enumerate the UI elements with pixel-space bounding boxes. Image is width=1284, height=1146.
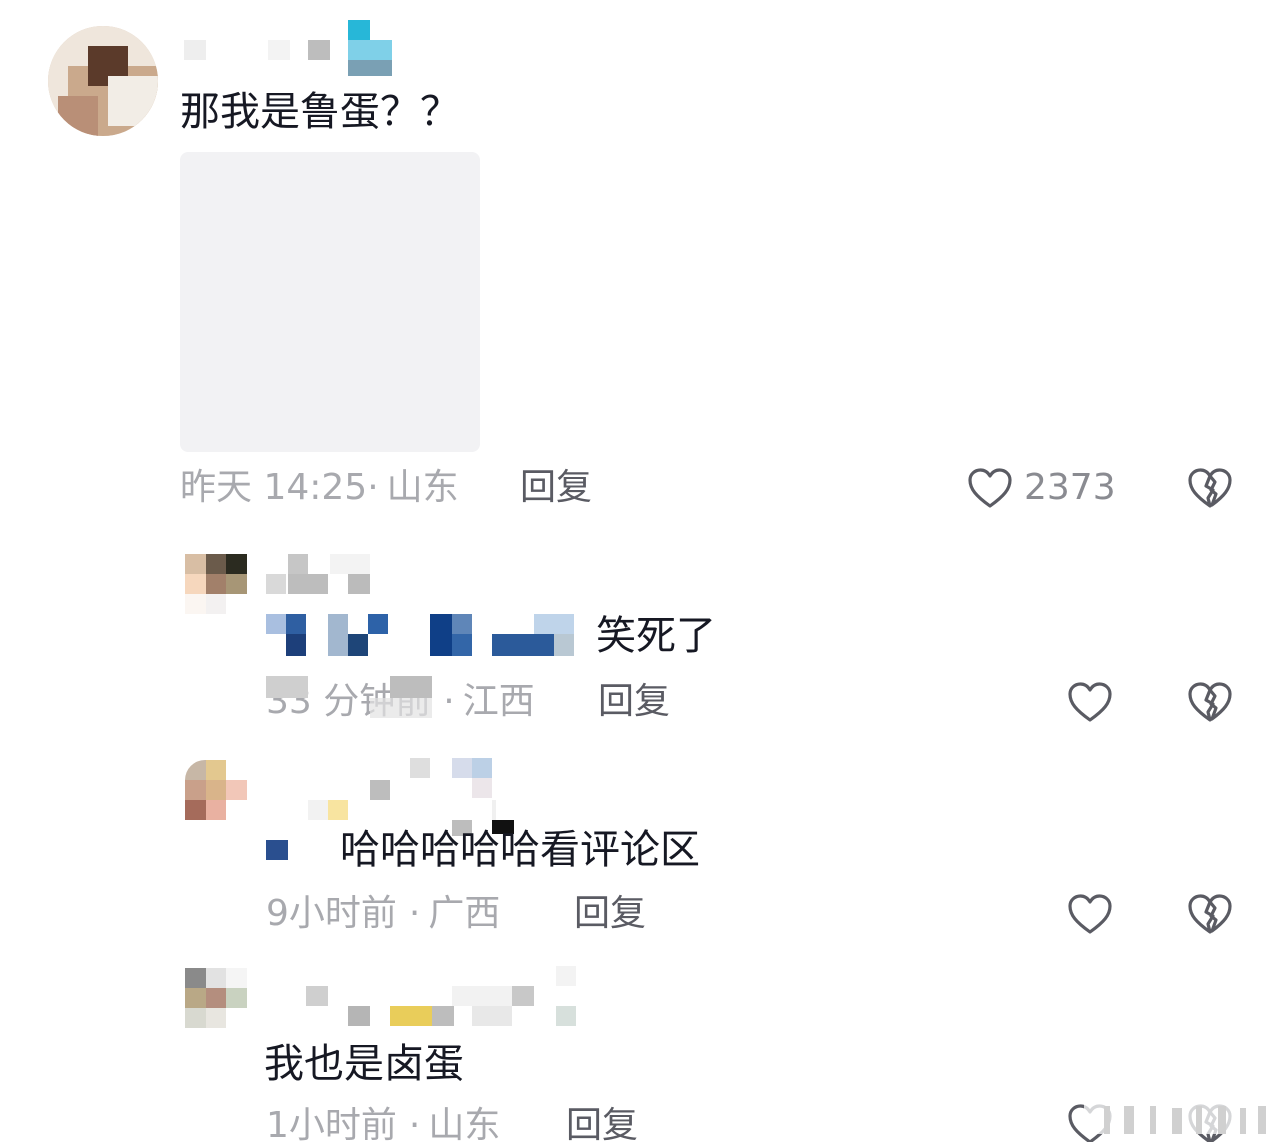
comment-image[interactable] <box>180 152 480 452</box>
broken-heart-icon[interactable] <box>1186 680 1234 724</box>
meta-separator: · <box>367 467 379 508</box>
username-blurred[interactable] <box>306 966 578 1028</box>
heart-outline-icon[interactable] <box>1066 892 1114 936</box>
reply-button[interactable]: 回复 <box>598 682 670 722</box>
comment-text: 那我是鲁蛋？？ <box>180 89 460 135</box>
meta-separator: · <box>443 681 455 722</box>
comment-text: 哈哈哈哈哈看评论区 <box>340 827 700 873</box>
avatar[interactable] <box>185 968 247 1028</box>
mention-blurred[interactable] <box>266 614 580 656</box>
comment-time: 昨天 14:25 <box>180 467 368 508</box>
broken-heart-icon[interactable] <box>1186 892 1234 936</box>
avatar[interactable] <box>185 554 247 614</box>
watermark-graphic <box>1084 1104 1274 1134</box>
comment-time: 9小时前 <box>266 893 397 934</box>
comment-location: 广西 <box>428 893 501 934</box>
comment-text: 我也是卤蛋 <box>264 1041 464 1087</box>
meta-separator: · <box>408 893 421 934</box>
reply-button[interactable]: 回复 <box>566 1106 638 1146</box>
comment-meta: 1小时前 · 山东 <box>266 1106 500 1146</box>
avatar[interactable] <box>48 26 158 136</box>
time-blur-overlay <box>266 676 436 720</box>
reply-button[interactable]: 回复 <box>574 894 646 934</box>
comment-location: 山东 <box>428 1105 501 1146</box>
comment-meta: 昨天 14:25· 山东 <box>180 468 459 508</box>
heart-outline-icon[interactable] <box>966 466 1014 510</box>
broken-heart-icon[interactable] <box>1186 466 1234 510</box>
comment-meta: 9小时前 · 广西 <box>266 894 500 934</box>
like-count: 2373 <box>1024 467 1116 508</box>
avatar[interactable] <box>185 760 247 820</box>
username-blurred[interactable] <box>184 20 394 80</box>
comment-location: 江西 <box>462 681 535 722</box>
comment-time: 1小时前 <box>266 1105 397 1146</box>
comment-location: 山东 <box>386 467 459 508</box>
reply-button[interactable]: 回复 <box>520 468 592 508</box>
username-blurred[interactable] <box>266 554 396 596</box>
comment-text: 笑死了 <box>596 613 716 659</box>
heart-outline-icon[interactable] <box>1066 680 1114 724</box>
meta-separator: · <box>408 1105 421 1146</box>
